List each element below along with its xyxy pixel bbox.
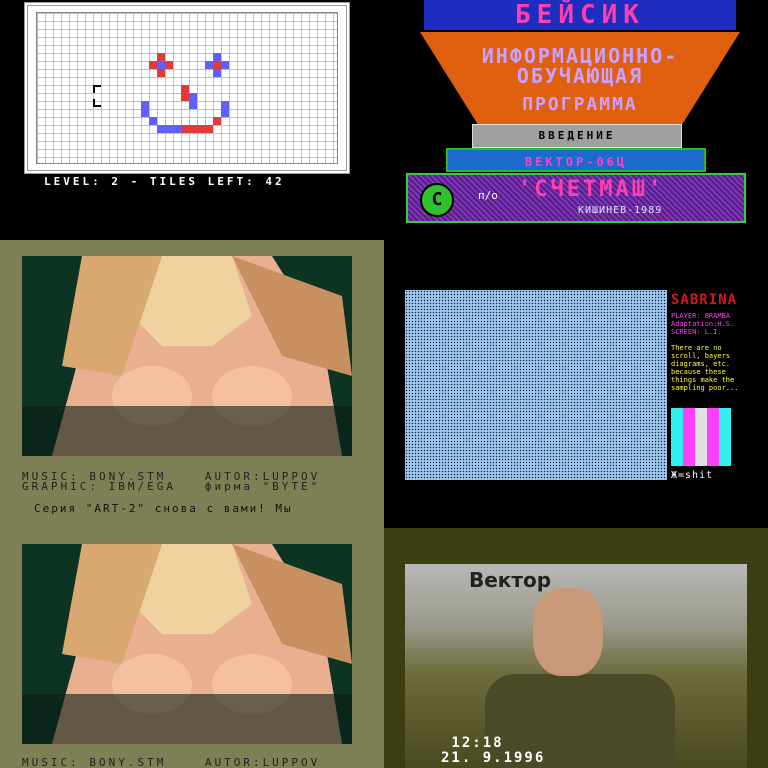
tile: [181, 125, 213, 133]
company-name: 'СЧЕТМАШ': [518, 177, 665, 202]
tile-grid[interactable]: [36, 12, 338, 164]
player-credit: PLAYER: BRAMBA: [671, 312, 731, 320]
tile: [189, 93, 197, 101]
tile-game-screen: LEVEL: 2 - TILES LEFT: 42: [0, 0, 384, 240]
tile: [213, 117, 221, 125]
game-status: LEVEL: 2 - TILES LEFT: 42: [44, 175, 285, 188]
tile: [213, 53, 221, 61]
person-face: [533, 588, 603, 676]
tile: [157, 53, 165, 61]
tile: [221, 109, 229, 117]
po-label: п/о: [478, 189, 498, 202]
publisher-box: С п/о 'СЧЕТМАШ' КИШИНЕВ-1989: [406, 173, 746, 223]
subtitle-line-2: ОБУЧАЮЩАЯ: [516, 64, 644, 88]
art-picture: [22, 256, 352, 456]
credit-line-2: GRAPHIC: IBM/EGA фирма "BYTE": [22, 480, 321, 493]
tile: [181, 85, 189, 93]
sabrina-title: SABRINA: [671, 292, 738, 308]
tile: [157, 125, 181, 133]
tile: [149, 61, 157, 69]
subtitle-line-3: ПРОГРАММА: [522, 94, 638, 115]
tile: [213, 61, 221, 69]
tile: [189, 101, 197, 109]
basic-title: БЕЙСИК: [424, 0, 736, 30]
cursor-bottom: [93, 99, 101, 107]
tile: [141, 109, 149, 117]
color-bars: [671, 408, 731, 466]
adaptation-credit: Adaptation:H.S.: [671, 320, 735, 328]
color-bar: [707, 408, 719, 466]
sabrina-screen: SABRINA PLAYER: BRAMBA Adaptation:H.S. S…: [384, 240, 768, 528]
tile: [205, 61, 213, 69]
art-screen-bottom: MUSIC: BONY.STM AUTOR:LUPPOV: [0, 528, 384, 768]
copyright-icon: С: [420, 183, 454, 217]
dithered-portrait: [405, 290, 667, 480]
art-image-icon: [22, 256, 352, 456]
intro-menu-item[interactable]: ВВЕДЕНИЕ: [472, 124, 682, 148]
color-bar: [719, 408, 731, 466]
screen-credit: SCREEN: L.I.: [671, 328, 722, 336]
city-year: КИШИНЕВ-1989: [578, 205, 663, 216]
color-bar: [671, 408, 683, 466]
tile: [157, 61, 165, 69]
game-board: [24, 2, 350, 174]
color-bar: [695, 408, 707, 466]
vektor-sign: Вектор: [469, 568, 552, 592]
vektor-photo-screen: Вектор 12:18 21. 9.1996: [384, 528, 768, 768]
tile: [149, 117, 157, 125]
sabrina-note: There are no scroll, bayers diagrams, et…: [671, 344, 739, 392]
art-screen-top: MUSIC: BONY.STM AUTOR:LUPPOV GRAPHIC: IB…: [0, 240, 384, 528]
tile: [165, 61, 173, 69]
timestamp: 12:18 21. 9.1996: [441, 735, 546, 766]
signature: Ж=shit: [671, 470, 714, 481]
tile: [213, 69, 221, 77]
basic-title-screen: БЕЙСИК ИНФОРМАЦИОННО- ОБУЧАЮЩАЯ ПРОГРАММ…: [384, 0, 768, 240]
color-bar: [683, 408, 695, 466]
tile: [181, 93, 189, 101]
credit-line-1: MUSIC: BONY.STM AUTOR:LUPPOV: [22, 756, 321, 768]
tile: [141, 101, 149, 109]
scroll-text: Серия "ART-2" снова с вами! Мы: [34, 502, 293, 515]
tile: [221, 61, 229, 69]
tile: [221, 101, 229, 109]
tile: [157, 69, 165, 77]
vektor-photo: Вектор 12:18 21. 9.1996: [405, 564, 747, 768]
cursor: [93, 85, 101, 93]
art-picture: [22, 544, 352, 744]
art-image-icon: [22, 544, 352, 744]
vector-label: ВЕКТОР-06Ц: [446, 148, 706, 172]
